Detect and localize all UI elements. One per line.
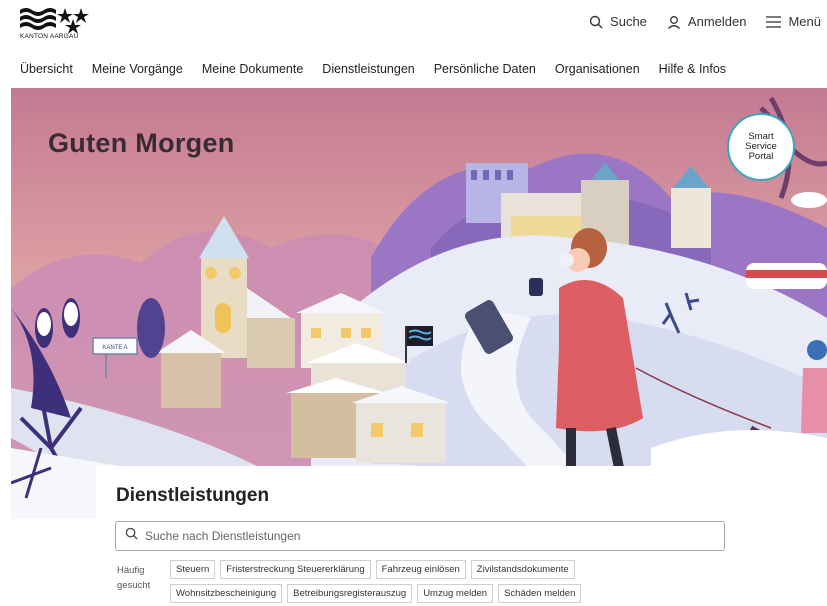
nav-item-persoenliche-daten[interactable]: Persönliche Daten: [434, 62, 536, 76]
nav-item-dienstleistungen[interactable]: Dienstleistungen: [322, 62, 414, 76]
search-label: Suche: [610, 14, 647, 29]
greeting-heading: Guten Morgen: [48, 128, 235, 158]
badge-line-3: Portal: [748, 151, 774, 162]
search-icon: [589, 15, 603, 29]
village-sign-text: KANTE A: [102, 345, 127, 351]
services-search-box[interactable]: [115, 521, 725, 551]
login-button[interactable]: Anmelden: [667, 14, 747, 29]
chip-fahrzeug-einloesen[interactable]: Fahrzeug einlösen: [375, 560, 466, 579]
frequently-searched-label: Häufig gesucht: [117, 565, 151, 591]
services-search-input[interactable]: [145, 529, 705, 543]
services-title: Dienstleistungen: [116, 485, 270, 506]
chip-fristerstreckung-steuererklaerung[interactable]: Fristerstreckung Steuererklärung: [220, 560, 371, 579]
nav-item-uebersicht[interactable]: Übersicht: [20, 62, 73, 76]
nav-item-organisationen[interactable]: Organisationen: [555, 62, 640, 76]
header: KANTON AARGAU Suche Anmelden Menü: [0, 0, 827, 50]
hamburger-icon: [766, 15, 782, 28]
main-navigation: Übersicht Meine Vorgänge Meine Dokumente…: [20, 62, 726, 76]
chip-betreibungsregisterauszug[interactable]: Betreibungsregisterauszug: [287, 584, 413, 603]
nav-item-meine-vorgaenge[interactable]: Meine Vorgänge: [92, 62, 183, 76]
frequent-services-chips: Steuern Fristerstreckung Steuererklärung…: [170, 560, 620, 603]
chip-schaeden-melden[interactable]: Schäden melden: [498, 584, 582, 603]
hero-banner: KANTE A Guten Morgen Smart Service Porta…: [11, 88, 827, 519]
search-icon: [125, 527, 138, 545]
smart-service-portal-badge: Smart Service Portal: [727, 113, 795, 181]
chip-zivilstandsdokumente[interactable]: Zivilstandsdokumente: [470, 560, 575, 579]
chip-steuern[interactable]: Steuern: [170, 560, 216, 579]
login-label: Anmelden: [687, 14, 747, 29]
header-actions: Suche Anmelden Menü: [589, 14, 821, 29]
chip-wohnsitzbescheinigung[interactable]: Wohnsitzbescheinigung: [170, 584, 283, 603]
chip-umzug-melden[interactable]: Umzug melden: [417, 584, 494, 603]
services-card: Dienstleistungen Häufig gesucht Steuern …: [96, 466, 753, 606]
nav-item-hilfe-infos[interactable]: Hilfe & Infos: [659, 62, 726, 76]
nav-item-meine-dokumente[interactable]: Meine Dokumente: [202, 62, 303, 76]
menu-button[interactable]: Menü: [766, 14, 821, 29]
logo-text: KANTON AARGAU: [20, 33, 79, 40]
search-button[interactable]: Suche: [589, 14, 647, 29]
user-icon: [667, 15, 681, 29]
menu-label: Menü: [788, 14, 821, 29]
